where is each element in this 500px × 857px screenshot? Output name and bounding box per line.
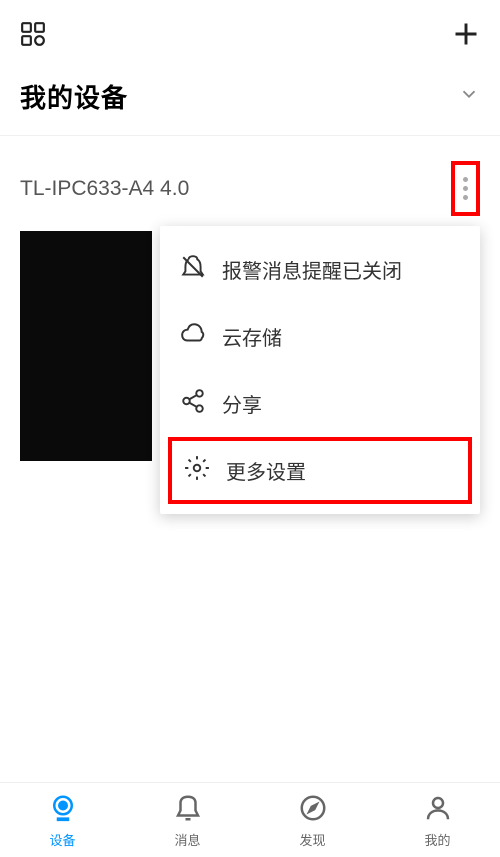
nav-messages[interactable]: 消息	[125, 783, 250, 857]
nav-devices[interactable]: 设备	[0, 783, 125, 857]
nav-label: 消息	[174, 830, 200, 849]
chevron-down-icon	[458, 83, 480, 110]
share-icon	[180, 388, 206, 419]
menu-item-share[interactable]: 分享	[160, 370, 480, 437]
camera-preview[interactable]	[20, 231, 152, 461]
bell-off-icon	[180, 254, 206, 285]
compass-icon	[298, 793, 328, 828]
devices-title-row[interactable]: 我的设备	[0, 68, 500, 135]
menu-label: 更多设置	[226, 456, 306, 485]
gear-icon	[184, 455, 210, 486]
grid-view-icon[interactable]	[20, 21, 46, 52]
menu-item-alarm-toggle[interactable]: 报警消息提醒已关闭	[160, 236, 480, 303]
bell-icon	[173, 793, 203, 828]
nav-label: 发现	[299, 830, 325, 849]
more-vertical-icon	[463, 177, 468, 200]
page-title: 我的设备	[20, 78, 128, 115]
menu-item-more-settings[interactable]: 更多设置	[168, 437, 472, 504]
more-options-button[interactable]	[451, 161, 480, 216]
device-name: TL-IPC633-A4 4.0	[20, 177, 189, 201]
nav-discover[interactable]: 发现	[250, 783, 375, 857]
menu-label: 云存储	[222, 322, 282, 351]
cloud-icon	[180, 321, 206, 352]
menu-item-cloud-storage[interactable]: 云存储	[160, 303, 480, 370]
camera-icon	[48, 793, 78, 828]
nav-profile[interactable]: 我的	[375, 783, 500, 857]
menu-label: 分享	[222, 389, 262, 418]
menu-label: 报警消息提醒已关闭	[222, 255, 402, 284]
nav-label: 我的	[424, 830, 450, 849]
bottom-nav: 设备 消息 发现 我的	[0, 782, 500, 857]
nav-label: 设备	[49, 830, 75, 849]
add-device-button[interactable]	[452, 20, 480, 53]
device-context-menu: 报警消息提醒已关闭 云存储 分享	[160, 226, 480, 514]
user-icon	[423, 793, 453, 828]
